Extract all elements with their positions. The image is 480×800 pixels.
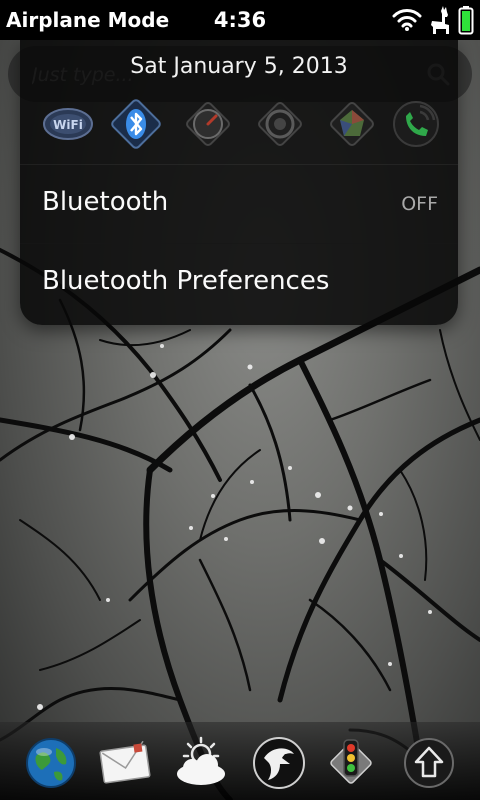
traffic-light-icon[interactable]	[322, 734, 380, 792]
bluetooth-status[interactable]: OFF	[401, 193, 438, 215]
performance-toggle-icon[interactable]	[180, 96, 236, 152]
app-dock	[0, 722, 480, 800]
bluetooth-toggle-item[interactable]: Bluetooth OFF	[20, 164, 458, 244]
bluetooth-label: Bluetooth	[42, 187, 169, 217]
bluetooth-preferences-item[interactable]: Bluetooth Preferences	[20, 243, 458, 322]
network-toggle-icon[interactable]	[324, 96, 380, 152]
wifi-toggle-icon[interactable]: WiFi	[40, 96, 96, 152]
wifi-toggle-label: WiFi	[53, 118, 83, 132]
launcher-icon[interactable]	[400, 734, 458, 792]
battery-icon[interactable]	[458, 5, 474, 35]
sound-toggle-icon[interactable]	[252, 96, 308, 152]
menu-date: Sat January 5, 2013	[130, 54, 348, 79]
wifi-icon[interactable]	[392, 8, 422, 32]
weather-icon[interactable]	[172, 734, 230, 792]
globe-icon[interactable]	[22, 734, 80, 792]
quick-toggle-row: WiFi	[20, 96, 458, 156]
battery-fill	[462, 11, 470, 31]
eagle-icon[interactable]	[250, 734, 308, 792]
bluetooth-preferences-label: Bluetooth Preferences	[42, 266, 330, 296]
system-menu: Sat January 5, 2013 WiFi Bluetooth OFF B…	[20, 40, 458, 325]
mail-icon[interactable]	[96, 734, 154, 792]
bluetooth-toggle-icon[interactable]	[108, 96, 164, 152]
phone-toggle-icon[interactable]	[388, 96, 444, 152]
llama-icon[interactable]	[428, 5, 452, 35]
status-bar: Airplane Mode 4:36	[0, 0, 480, 40]
